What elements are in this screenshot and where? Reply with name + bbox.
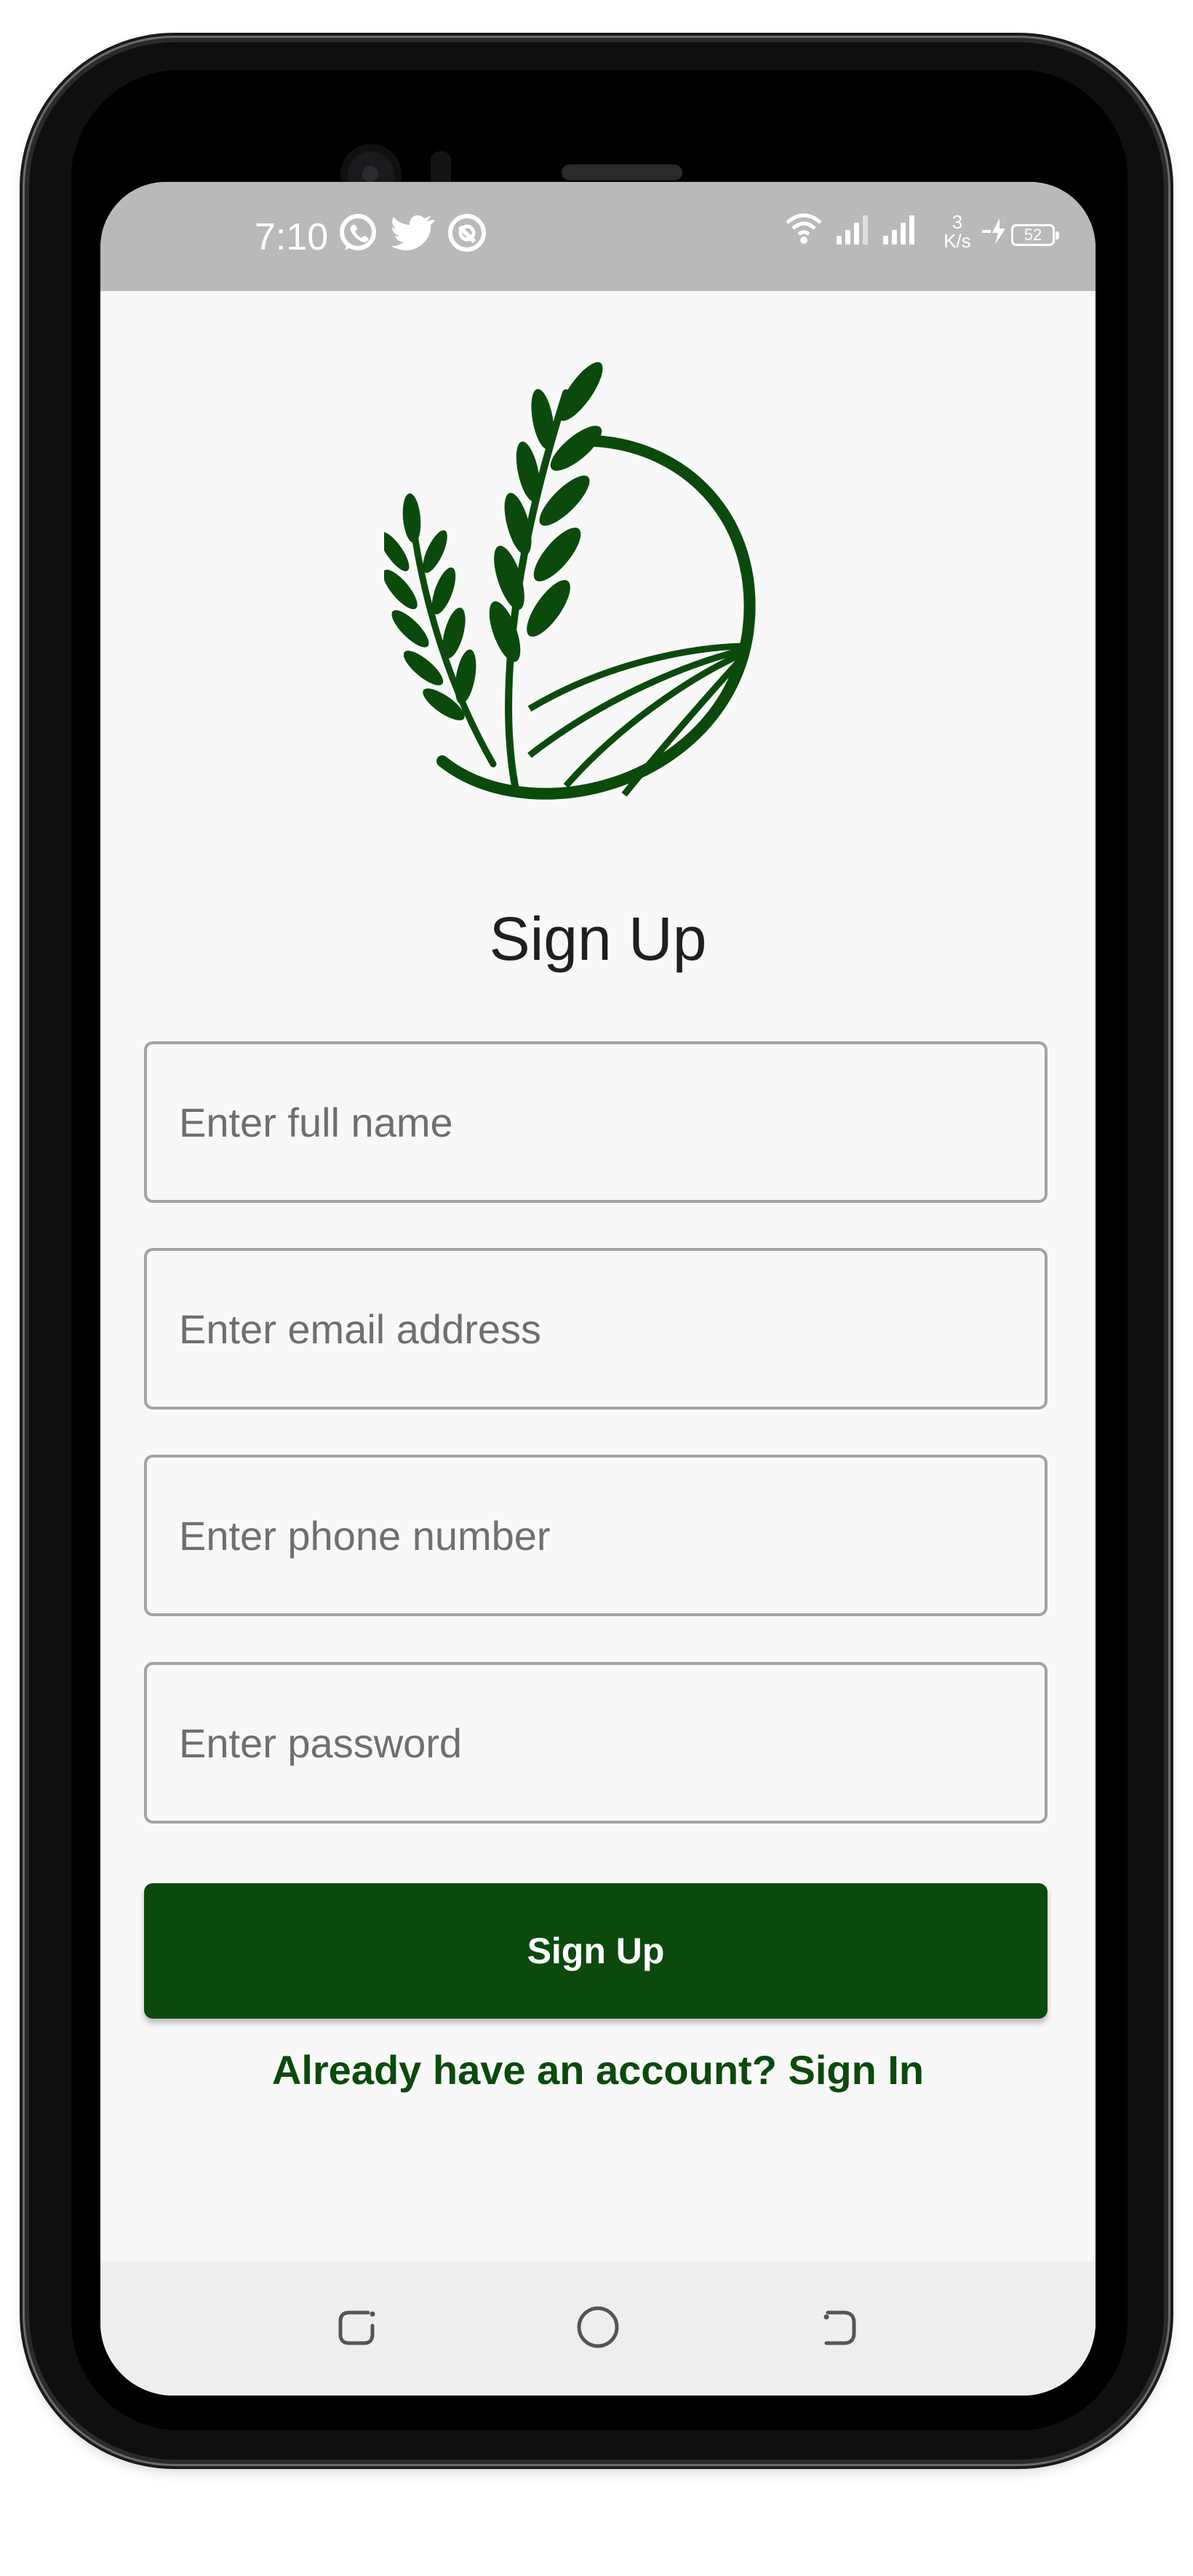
phone-field[interactable] <box>144 1455 1048 1616</box>
page-title: Sign Up <box>489 905 707 973</box>
recents-icon[interactable] <box>327 2297 388 2358</box>
network-speed-value: 3 <box>951 211 963 233</box>
battery-icon: 52 <box>1011 224 1059 246</box>
wheat-field-logo <box>384 362 756 800</box>
password-input[interactable] <box>147 1665 1045 1821</box>
network-speed-unit: K/s <box>943 230 971 252</box>
twitter-icon <box>391 215 435 251</box>
signal-strength-icon <box>837 215 868 245</box>
charging-icon <box>982 218 1005 245</box>
earpiece-speaker <box>562 164 682 180</box>
status-time: 7:10 <box>255 216 329 258</box>
phone-screen: 7:10 3 K/s 52 Sign Up Enter full name En… <box>100 182 1096 2396</box>
email-input[interactable] <box>147 1251 1045 1407</box>
navigation-bar <box>100 2262 1096 2396</box>
home-icon[interactable] <box>567 2297 629 2358</box>
sign-in-link[interactable]: Already have an account? Sign In <box>100 2046 1096 2094</box>
back-icon[interactable] <box>809 2297 870 2358</box>
alert-icon <box>448 214 486 252</box>
battery-level: 52 <box>1024 226 1042 244</box>
password-field[interactable] <box>144 1662 1048 1824</box>
sign-up-button[interactable]: Sign Up <box>144 1883 1048 2019</box>
full-name-input[interactable] <box>147 1044 1045 1200</box>
wifi-icon <box>786 213 822 244</box>
status-bar: 7:10 3 K/s 52 <box>100 182 1096 291</box>
email-field[interactable] <box>144 1248 1048 1410</box>
network-speed: 3 K/s <box>938 212 976 250</box>
phone-input[interactable] <box>147 1458 1045 1613</box>
full-name-field[interactable] <box>144 1041 1048 1203</box>
whatsapp-icon <box>340 214 376 250</box>
signal-strength-icon-2 <box>883 215 914 245</box>
volume-button <box>1162 934 1173 1234</box>
page: 7:10 3 K/s 52 Sign Up Enter full name En… <box>0 0 1193 2576</box>
